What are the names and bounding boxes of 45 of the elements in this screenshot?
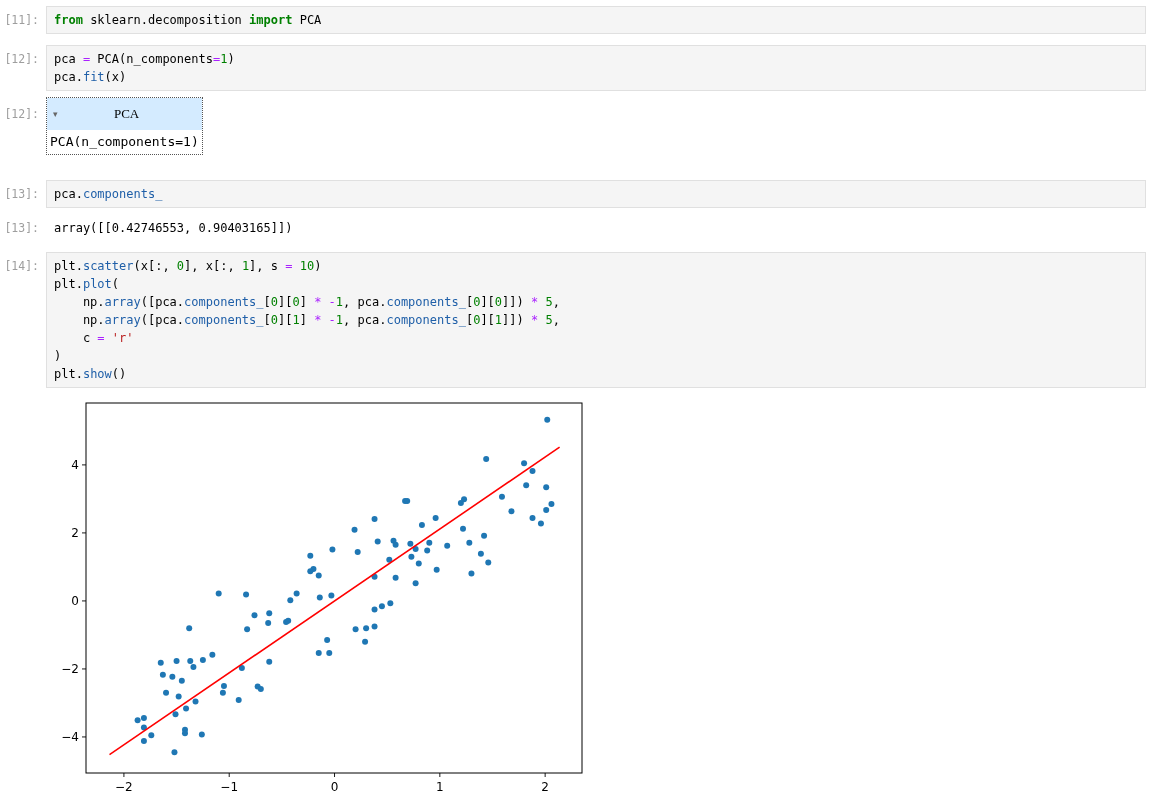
tick-label: −2 [115,780,133,794]
tick-mark [123,772,125,778]
prompt-label: [12]: [4,106,39,123]
tick-mark [228,772,230,778]
tick-mark [439,772,441,778]
tick-mark [81,668,87,670]
code-line: pca.components_ [54,186,164,203]
tick-label: 0 [71,594,79,609]
tick-label: −1 [220,780,239,794]
code-line: pca = PCA(n_components=1) [54,51,236,68]
code-cell[interactable]: pca.components_ [46,180,1146,208]
prompt-label: [12]: [4,51,39,68]
output-text: array([[0.42746553, 0.90403165]]) [53,220,294,237]
tick-label: 1 [436,780,444,794]
tick-mark [81,736,87,738]
code-line: ) [54,348,63,365]
tick-mark [544,772,546,778]
code-cell[interactable]: pca = PCA(n_components=1) pca.fit(x) [46,45,1146,91]
toggle-arrow[interactable]: ▾ [53,109,58,119]
code-cell[interactable]: from sklearn.decomposition import PCA [46,6,1146,34]
code-cell[interactable] [46,252,1146,388]
code-line: plt.scatter(x[:, 0], x[:, 1], s = 10) [54,258,323,275]
code-line: np.array([pca.components_[0][1] * -1, pca.components_[0][1]]) * 5, [81,312,561,329]
tick-mark [81,464,87,466]
code-line: pca.fit(x) [54,69,128,86]
code-line: plt.show() [54,366,128,383]
prompt-label: [13]: [4,186,39,203]
tick-label: 2 [541,780,549,794]
prompt-label: [14]: [4,258,39,275]
tick-label: 0 [330,780,339,794]
prompt-label: [13]: [4,220,39,237]
tick-mark [81,600,87,602]
tick-label: −4 [61,730,79,745]
estimator-title: PCA [112,106,141,122]
tick-mark [81,532,87,534]
tick-mark [334,772,335,778]
code-line: from sklearn.decomposition import PCA [54,12,323,29]
tick-label: 2 [71,526,79,541]
estimator-repr: PCA(n_components=1) [49,133,200,151]
tick-label: 4 [71,458,79,473]
tick-label: −2 [61,662,79,677]
code-line: np.array([pca.components_[0][0] * -1, pca.components_[0][0]]) * 5, [81,294,561,311]
code-line: c = 'r' [81,330,135,347]
prompt-label: [11]: [4,12,39,29]
code-line: plt.plot( [54,276,121,293]
